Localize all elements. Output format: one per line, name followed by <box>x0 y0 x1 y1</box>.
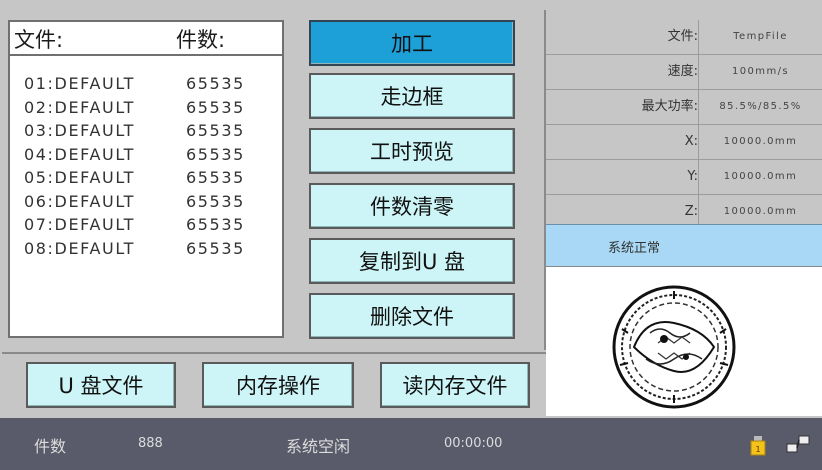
info-row-speed: 速度: 100mm/s <box>546 55 822 90</box>
file-count: 65535 <box>186 144 245 164</box>
process-button[interactable]: 加工 <box>309 20 515 66</box>
system-state-text: 系统空闲 <box>286 437 351 456</box>
info-row-file: 文件: TempFile <box>546 20 822 55</box>
network-link-icon <box>785 434 811 454</box>
clear-count-button[interactable]: 件数清零 <box>309 183 515 229</box>
info-label: Y: <box>687 169 698 184</box>
file-count: 65535 <box>186 191 245 211</box>
file-row[interactable]: 08:DEFAULT 65535 <box>24 237 245 261</box>
file-count: 65535 <box>186 97 245 117</box>
info-label: 速度: <box>667 64 698 79</box>
timer-text: 00:00:00 <box>444 436 503 451</box>
info-label: 最大功率: <box>641 99 698 114</box>
memory-ops-button[interactable]: 内存操作 <box>202 362 354 408</box>
info-label: 文件: <box>667 29 698 44</box>
file-name: 01:DEFAULT <box>24 74 136 93</box>
file-name: 06:DEFAULT <box>24 191 136 211</box>
info-row-max-power: 最大功率: 85.5%/85.5% <box>546 90 822 125</box>
file-count: 65535 <box>186 215 245 234</box>
delete-file-button[interactable]: 删除文件 <box>309 293 515 339</box>
system-status-strip: 系统正常 <box>546 224 822 266</box>
file-name: 02:DEFAULT <box>24 97 136 117</box>
file-column-header: 文件: <box>14 28 64 52</box>
file-count: 65535 <box>186 238 245 258</box>
info-value: 85.5%/85.5% <box>698 90 822 124</box>
info-value: 10000.0mm <box>698 125 822 159</box>
file-name: 05:DEFAULT <box>24 168 136 187</box>
info-value: TempFile <box>698 20 822 54</box>
graphic-preview <box>546 266 822 416</box>
file-row[interactable]: 02:DEFAULT 65535 <box>24 96 245 120</box>
file-name: 04:DEFAULT <box>24 144 136 164</box>
file-count: 65535 <box>186 74 245 93</box>
file-count: 65535 <box>186 168 245 187</box>
usb-drive-icon: 1 <box>750 436 766 456</box>
trace-frame-button[interactable]: 走边框 <box>309 73 515 119</box>
u-disk-files-button[interactable]: U 盘文件 <box>26 362 176 408</box>
file-row[interactable]: 01:DEFAULT 65535 <box>24 72 245 96</box>
copy-to-u-disk-button[interactable]: 复制到U 盘 <box>309 238 515 284</box>
file-count: 65535 <box>186 121 245 140</box>
info-label: X: <box>684 134 698 149</box>
preview-artwork <box>612 285 736 409</box>
count-column-header: 件数: <box>176 28 226 52</box>
count-label: 件数 <box>34 437 67 456</box>
file-row[interactable]: 07:DEFAULT 65535 <box>24 213 245 237</box>
status-bar: 件数 888 系统空闲 00:00:00 1 <box>0 418 822 470</box>
info-row-x: X: 10000.0mm <box>546 125 822 160</box>
info-row-y: Y: 10000.0mm <box>546 160 822 195</box>
file-row[interactable]: 05:DEFAULT 65535 <box>24 166 245 190</box>
file-name: 08:DEFAULT <box>24 238 136 258</box>
file-list[interactable]: 文件: 件数: 01:DEFAULT 65535 02:DEFAULT 65535 … <box>8 20 284 338</box>
read-memory-file-button[interactable]: 读内存文件 <box>380 362 530 408</box>
file-row[interactable]: 06:DEFAULT 65535 <box>24 190 245 214</box>
file-row[interactable]: 04:DEFAULT 65535 <box>24 143 245 167</box>
file-name: 03:DEFAULT <box>24 121 136 140</box>
info-value: 10000.0mm <box>698 160 822 194</box>
file-list-header: 文件: 件数: <box>10 22 282 56</box>
file-row[interactable]: 03:DEFAULT 65535 <box>24 119 245 143</box>
count-value: 888 <box>138 436 163 451</box>
svg-text:1: 1 <box>755 445 760 454</box>
info-value: 100mm/s <box>698 55 822 89</box>
system-status-text: 系统正常 <box>608 241 661 256</box>
time-preview-button[interactable]: 工时预览 <box>309 128 515 174</box>
file-name: 07:DEFAULT <box>24 215 136 234</box>
